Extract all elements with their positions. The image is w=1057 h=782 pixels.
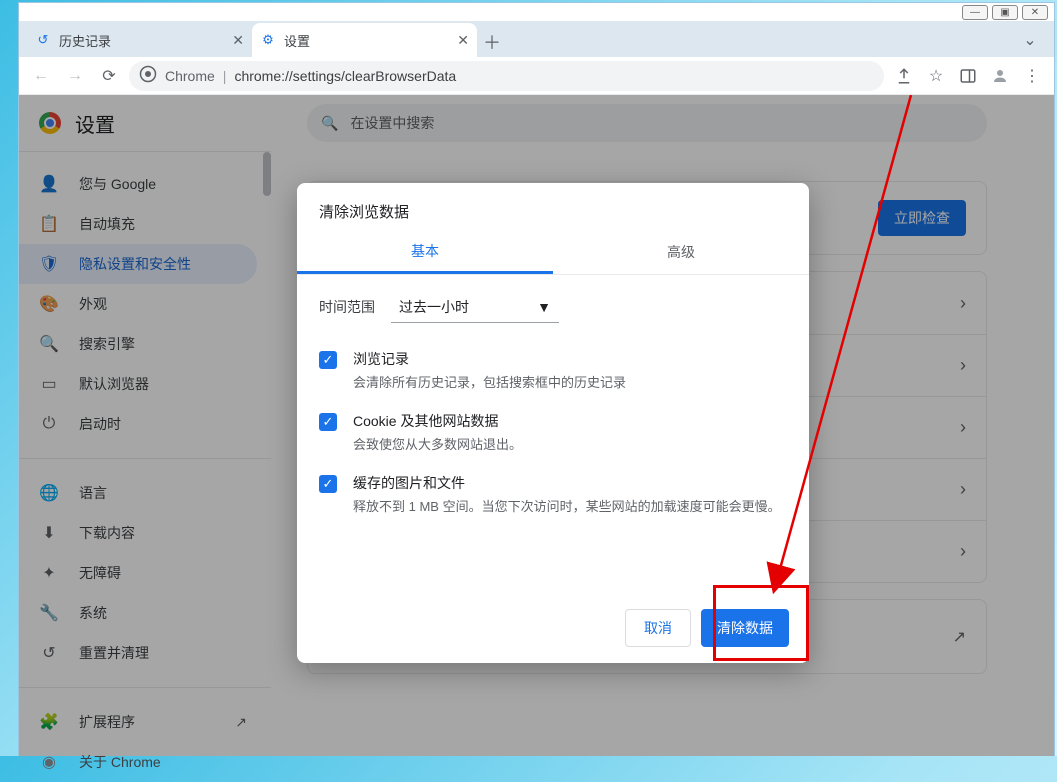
tab-history[interactable]: ↺ 历史记录 ✕ — [27, 23, 252, 57]
window-maximize-button[interactable]: ▣ — [992, 5, 1018, 20]
bookmark-button[interactable]: ☆ — [922, 62, 950, 90]
titlebar: — ▣ ✕ — [19, 3, 1054, 21]
cancel-button[interactable]: 取消 — [625, 609, 691, 647]
history-icon: ↺ — [35, 32, 51, 48]
kebab-menu-button[interactable]: ⋮ — [1018, 62, 1046, 90]
chrome-icon — [139, 65, 157, 86]
window-minimize-button[interactable]: — — [962, 5, 988, 20]
tab-strip: ↺ 历史记录 ✕ ⚙ 设置 ✕ ＋ ⌄ — [19, 21, 1054, 57]
time-range-select[interactable]: 过去一小时 ▼ — [391, 291, 559, 323]
time-range-label: 时间范围 — [319, 297, 375, 317]
option-cache: ✓ 缓存的图片和文件 释放不到 1 MB 空间。当您下次访问时，某些网站的加载速… — [319, 463, 787, 525]
forward-button[interactable]: → — [61, 62, 89, 90]
separator: | — [223, 68, 227, 84]
option-desc: 会清除所有历史记录，包括搜索框中的历史记录 — [353, 372, 626, 391]
option-title: Cookie 及其他网站数据 — [353, 411, 522, 431]
clear-data-dialog: 清除浏览数据 基本 高级 时间范围 过去一小时 ▼ ✓ 浏览记录 会清除所有历史… — [297, 183, 809, 663]
option-cookies: ✓ Cookie 及其他网站数据 会致使您从大多数网站退出。 — [319, 401, 787, 463]
tab-basic[interactable]: 基本 — [297, 230, 553, 274]
tab-menu-button[interactable]: ⌄ — [1018, 23, 1054, 57]
profile-button[interactable] — [986, 62, 1014, 90]
option-title: 浏览记录 — [353, 349, 626, 369]
options-list: ✓ 浏览记录 会清除所有历史记录，包括搜索框中的历史记录 ✓ Cookie 及其… — [297, 331, 809, 533]
checkbox-cookies[interactable]: ✓ — [319, 413, 337, 431]
clear-data-button[interactable]: 清除数据 — [701, 609, 789, 647]
checkbox-cache[interactable]: ✓ — [319, 475, 337, 493]
time-range-row: 时间范围 过去一小时 ▼ — [297, 275, 809, 331]
dialog-title: 清除浏览数据 — [297, 183, 809, 230]
chevron-down-icon: ▼ — [537, 299, 551, 315]
option-desc: 会致使您从大多数网站退出。 — [353, 434, 522, 453]
dialog-tabs: 基本 高级 — [297, 230, 809, 275]
share-button[interactable] — [890, 62, 918, 90]
omnibox[interactable]: Chrome | chrome://settings/clearBrowserD… — [129, 61, 884, 91]
checkbox-browsing-history[interactable]: ✓ — [319, 351, 337, 369]
tab-title: 设置 — [284, 31, 310, 50]
app-window: — ▣ ✕ ↺ 历史记录 ✕ ⚙ 设置 ✕ ＋ ⌄ ← → ⟳ Chrome |… — [18, 2, 1055, 756]
side-panel-button[interactable] — [954, 62, 982, 90]
back-button[interactable]: ← — [27, 62, 55, 90]
reload-button[interactable]: ⟳ — [95, 62, 123, 90]
omnibox-origin: Chrome — [165, 68, 215, 84]
close-icon[interactable]: ✕ — [457, 32, 469, 49]
close-icon[interactable]: ✕ — [232, 32, 244, 49]
option-desc: 释放不到 1 MB 空间。当您下次访问时，某些网站的加载速度可能会更慢。 — [353, 496, 781, 515]
toolbar: ← → ⟳ Chrome | chrome://settings/clearBr… — [19, 57, 1054, 95]
dialog-actions: 取消 清除数据 — [297, 595, 809, 663]
time-range-value: 过去一小时 — [399, 297, 469, 317]
tab-settings[interactable]: ⚙ 设置 ✕ — [252, 23, 477, 57]
tab-title: 历史记录 — [59, 31, 111, 50]
content-area: 设置 👤您与 Google 📋自动填充 🛡隐私设置和安全性 🎨外观 🔍搜索引擎 … — [19, 95, 1054, 756]
new-tab-button[interactable]: ＋ — [477, 27, 507, 57]
tab-advanced[interactable]: 高级 — [553, 230, 809, 274]
window-close-button[interactable]: ✕ — [1022, 5, 1048, 20]
omnibox-url: chrome://settings/clearBrowserData — [234, 68, 456, 84]
gear-icon: ⚙ — [260, 32, 276, 48]
option-title: 缓存的图片和文件 — [353, 473, 781, 493]
option-browsing-history: ✓ 浏览记录 会清除所有历史记录，包括搜索框中的历史记录 — [319, 339, 787, 401]
